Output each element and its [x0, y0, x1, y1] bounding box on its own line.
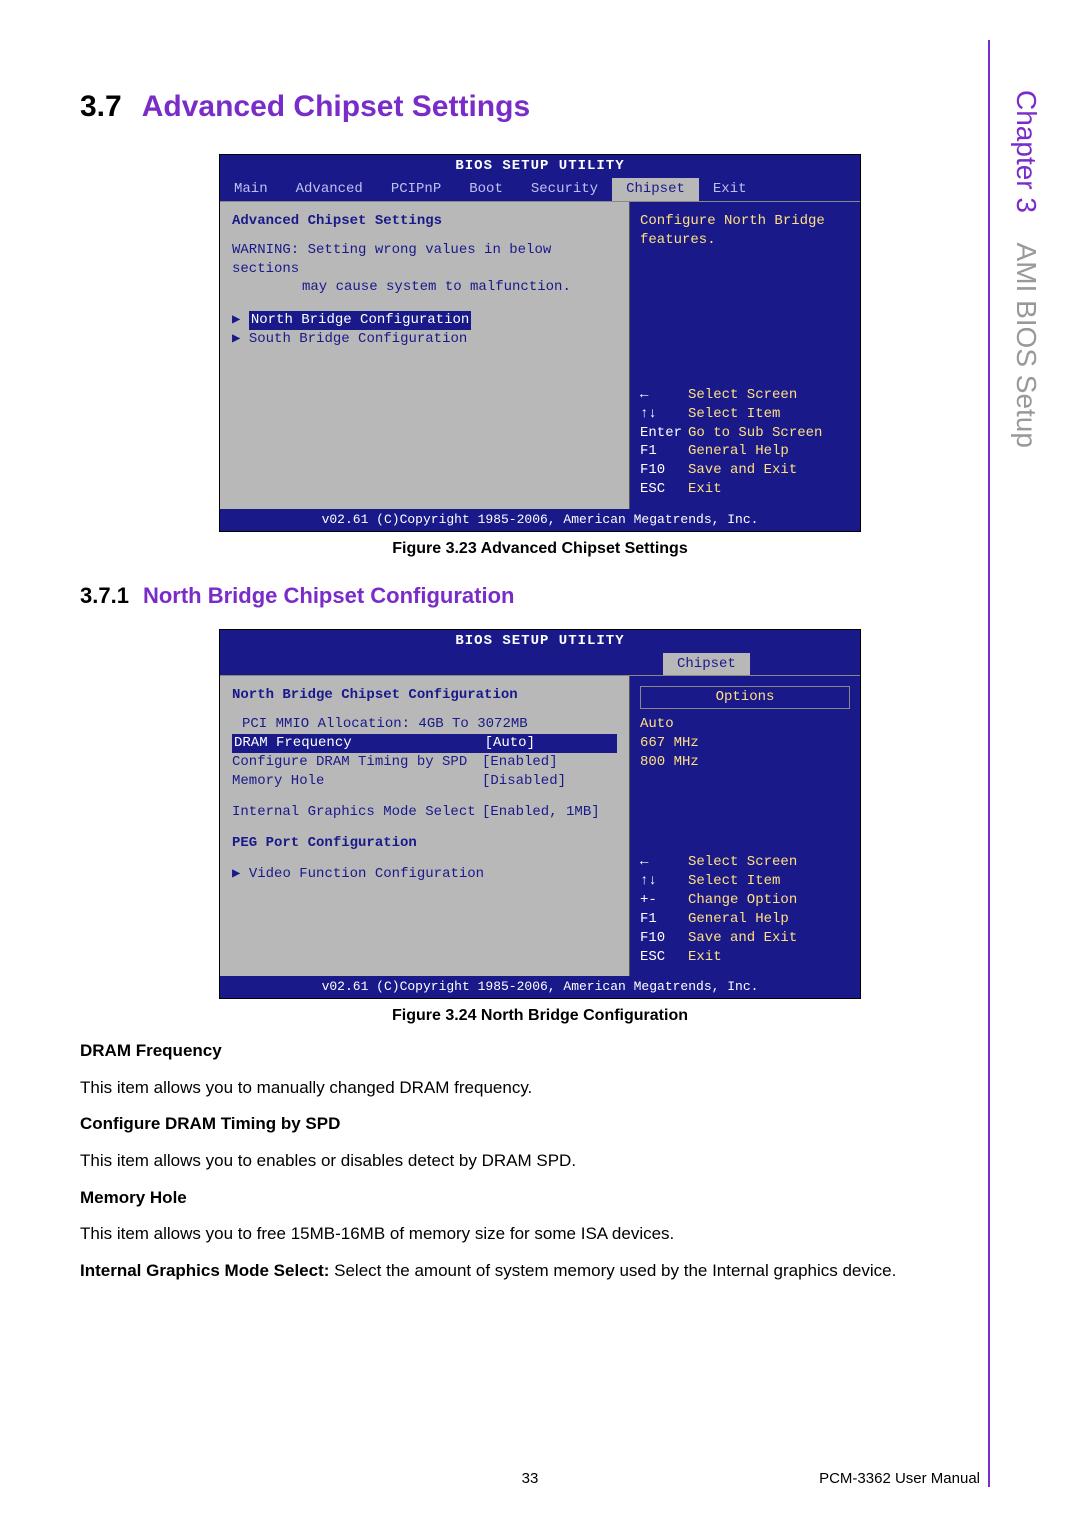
- row-dram-freq: DRAM Frequency[Auto]: [232, 734, 617, 753]
- row-dram-timing: Configure DRAM Timing by SPD[Enabled]: [232, 753, 617, 772]
- figure-caption-2: Figure 3.24 North Bridge Configuration: [80, 1007, 1000, 1025]
- menu-south-bridge: ▶ South Bridge Configuration: [232, 330, 617, 349]
- peg-heading: PEG Port Configuration: [232, 834, 617, 853]
- chapter-label: Chapter 3: [1011, 90, 1042, 213]
- bios-tabs-2: Chipset: [220, 653, 860, 677]
- side-heading: Chapter 3 AMI BIOS Setup: [1010, 90, 1042, 448]
- row-igfx: Internal Graphics Mode Select[Enabled, 1…: [232, 803, 617, 822]
- subsection-heading: 3.7.1 North Bridge Chipset Configuration: [80, 583, 1000, 609]
- bios-copyright: v02.61 (C)Copyright 1985-2006, American …: [220, 509, 860, 531]
- bios-title: BIOS SETUP UTILITY: [220, 155, 860, 178]
- tab-chipset: Chipset: [663, 653, 750, 676]
- triangle-icon: ▶: [232, 331, 249, 347]
- help-desc-1: Configure North Bridge: [640, 212, 850, 231]
- triangle-icon: ▶: [232, 312, 249, 328]
- bios-tabs: Main Advanced PCIPnP Boot Security Chips…: [220, 178, 860, 202]
- tab-exit: Exit: [699, 178, 761, 201]
- body-p3: This item allows you to free 15MB-16MB o…: [80, 1222, 1000, 1247]
- tab-boot: Boot: [455, 178, 517, 201]
- body-p2: This item allows you to enables or disab…: [80, 1149, 1000, 1174]
- option-800: 800 MHz: [640, 753, 850, 772]
- tab-chipset: Chipset: [612, 178, 699, 201]
- bios-left-heading: Advanced Chipset Settings: [232, 212, 617, 231]
- body-h4-label: Internal Graphics Mode Select:: [80, 1261, 334, 1280]
- bios-warning-2: may cause system to malfunction.: [232, 278, 617, 297]
- bios-help-keys: ←Select Screen ↑↓Select Item EnterGo to …: [640, 386, 850, 499]
- bios-screenshot-2: BIOS SETUP UTILITY Chipset North Bridge …: [219, 629, 861, 999]
- bios-copyright: v02.61 (C)Copyright 1985-2006, American …: [220, 976, 860, 998]
- tab-advanced: Advanced: [282, 178, 377, 201]
- page-footer: 33 PCM-3362 User Manual: [80, 1470, 980, 1487]
- chapter-title: AMI BIOS Setup: [1011, 243, 1042, 448]
- doc-title: PCM-3362 User Manual: [819, 1470, 980, 1487]
- body-p1: This item allows you to manually changed…: [80, 1076, 1000, 1101]
- subsection-title: North Bridge Chipset Configuration: [143, 583, 515, 608]
- help-desc-2: features.: [640, 231, 850, 250]
- menu-video-func: ▶ Video Function Configuration: [232, 865, 617, 884]
- section-title: Advanced Chipset Settings: [142, 90, 530, 123]
- bios-help-keys-2: ←Select Screen ↑↓Select Item +-Change Op…: [640, 853, 850, 966]
- body-h4-text: Select the amount of system memory used …: [334, 1261, 896, 1280]
- menu-north-bridge: ▶ North Bridge Configuration: [232, 311, 617, 330]
- subsection-number: 3.7.1: [80, 583, 129, 608]
- bios-left-heading: North Bridge Chipset Configuration: [232, 686, 617, 705]
- page-number: 33: [522, 1470, 539, 1487]
- bios-screenshot-1: BIOS SETUP UTILITY Main Advanced PCIPnP …: [219, 154, 861, 532]
- row-memory-hole: Memory Hole[Disabled]: [232, 772, 617, 791]
- option-auto: Auto: [640, 715, 850, 734]
- section-number: 3.7: [80, 90, 122, 123]
- tab-security: Security: [517, 178, 612, 201]
- option-667: 667 MHz: [640, 734, 850, 753]
- options-header: Options: [640, 686, 850, 709]
- bios-warning-1: WARNING: Setting wrong values in below s…: [232, 241, 617, 279]
- body-h2: Configure DRAM Timing by SPD: [80, 1112, 1000, 1137]
- body-h3: Memory Hole: [80, 1186, 1000, 1211]
- figure-caption-1: Figure 3.23 Advanced Chipset Settings: [80, 540, 1000, 558]
- bios-title: BIOS SETUP UTILITY: [220, 630, 860, 653]
- triangle-icon: ▶: [232, 866, 249, 882]
- tab-main: Main: [220, 178, 282, 201]
- body-p4: Internal Graphics Mode Select: Select th…: [80, 1259, 1000, 1284]
- body-h1: DRAM Frequency: [80, 1039, 1000, 1064]
- tab-pcipnp: PCIPnP: [377, 178, 455, 201]
- section-heading: 3.7 Advanced Chipset Settings: [80, 90, 1000, 124]
- line-alloc: PCI MMIO Allocation: 4GB To 3072MB: [232, 715, 617, 734]
